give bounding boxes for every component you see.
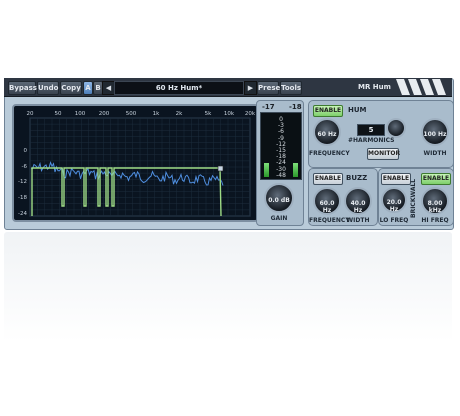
meter-bar-right [293, 163, 298, 177]
freq-tick-label: 2k [176, 111, 183, 117]
harmonics-label: #HARMONICS [348, 137, 395, 144]
freq-tick-label: 500 [126, 111, 137, 117]
analyzer-graph: 20 50 100 200 500 1k 2k 5k 10k 20k 0 -6 -12 -18 -24 [18, 111, 256, 217]
db-tick-label: -12 [18, 179, 27, 185]
gain-knob[interactable]: 0.0 dB [264, 183, 294, 213]
db-tick-label: 0 [24, 148, 28, 154]
hum-width-value: 100 Hz [423, 130, 447, 138]
hum-frequency-value: 60 Hz [317, 130, 337, 138]
lo-freq-knob[interactable]: 20.0 Hz [381, 187, 407, 213]
monitor-button[interactable]: MONITOR [367, 148, 400, 160]
meter-peak-left[interactable]: -17 [262, 103, 275, 111]
hi-freq-value: 8.00 kHz [427, 199, 443, 214]
gain-value: 0.0 dB [268, 196, 290, 204]
hi-freq-knob[interactable]: 8.00 kHz [421, 187, 449, 215]
brickwall-title: BRICKWALL [410, 178, 417, 218]
db-tick-label: -18 [18, 195, 27, 201]
buzz-width-label: WIDTH [346, 217, 370, 224]
filter-curve [31, 167, 222, 217]
hi-freq-label: HI FREQ [421, 217, 449, 224]
setup-a-button[interactable]: A [83, 81, 93, 95]
harmonics-knob[interactable] [386, 118, 406, 138]
hum-title: HUM [348, 106, 367, 114]
db-tick-label: -24 [18, 211, 27, 217]
buzz-width-value: 40.0 Hz [350, 199, 366, 214]
undo-button[interactable]: Undo [37, 81, 59, 95]
freq-tick-label: 20k [245, 111, 256, 117]
plugin-title: MR Hum [358, 83, 391, 91]
freq-tick-label: 100 [75, 111, 86, 117]
freq-tick-label: 5k [205, 111, 212, 117]
hum-enable-button[interactable]: ENABLE [313, 105, 343, 117]
harmonics-value[interactable]: 5 [357, 124, 385, 136]
freq-tick-label: 50 [55, 111, 62, 117]
lo-enable-button[interactable]: ENABLE [381, 173, 411, 185]
tools-button[interactable]: Tools [280, 81, 302, 95]
meter-scale-label: -48 [276, 171, 286, 179]
gain-label: GAIN [270, 215, 288, 222]
lo-freq-label: LO FREQ [379, 217, 409, 224]
buzz-enable-button[interactable]: ENABLE [313, 173, 343, 185]
freq-tick-label: 200 [99, 111, 110, 117]
hum-width-label: WIDTH [423, 150, 447, 157]
preset-next-arrow-icon[interactable]: ▶ [244, 81, 257, 95]
copy-button[interactable]: Copy [60, 81, 82, 95]
toolbar: Bypass Undo Copy A B ◀ 60 Hz Hum* ▶ Pres… [4, 78, 452, 97]
lo-freq-value: 20.0 Hz [386, 198, 402, 213]
buzz-frequency-label: FREQUENCY [309, 217, 350, 224]
meter-bar-left [264, 163, 269, 177]
buzz-frequency-value: 60.0 Hz [319, 199, 335, 214]
bypass-button[interactable]: Bypass [8, 81, 37, 95]
hum-frequency-label: FREQUENCY [309, 150, 350, 157]
db-tick-label: -6 [22, 164, 28, 170]
hi-freq-handle[interactable] [217, 165, 224, 172]
buzz-width-knob[interactable]: 40.0 Hz [344, 187, 372, 215]
hum-frequency-knob[interactable]: 60 Hz [313, 118, 341, 146]
spectrum-analyzer[interactable]: 20 50 100 200 500 1k 2k 5k 10k 20k 0 -6 -12 -18 -24 [12, 104, 259, 222]
meter-peak-right[interactable]: -18 [289, 103, 302, 111]
freq-tick-label: 10k [224, 111, 235, 117]
buzz-title: BUZZ [346, 174, 368, 182]
buzz-frequency-knob[interactable]: 60.0 Hz [313, 187, 341, 215]
waves-logo-icon [396, 79, 446, 95]
freq-tick-label: 1k [153, 111, 160, 117]
hum-width-knob[interactable]: 100 Hz [421, 118, 449, 146]
preset-name-display[interactable]: 60 Hz Hum* [114, 81, 244, 95]
spectrum-trace [30, 160, 224, 186]
preset-button[interactable]: Preset [257, 81, 284, 95]
freq-tick-label: 20 [27, 111, 34, 117]
plugin-reflection [4, 232, 452, 342]
hi-enable-button[interactable]: ENABLE [421, 173, 451, 185]
